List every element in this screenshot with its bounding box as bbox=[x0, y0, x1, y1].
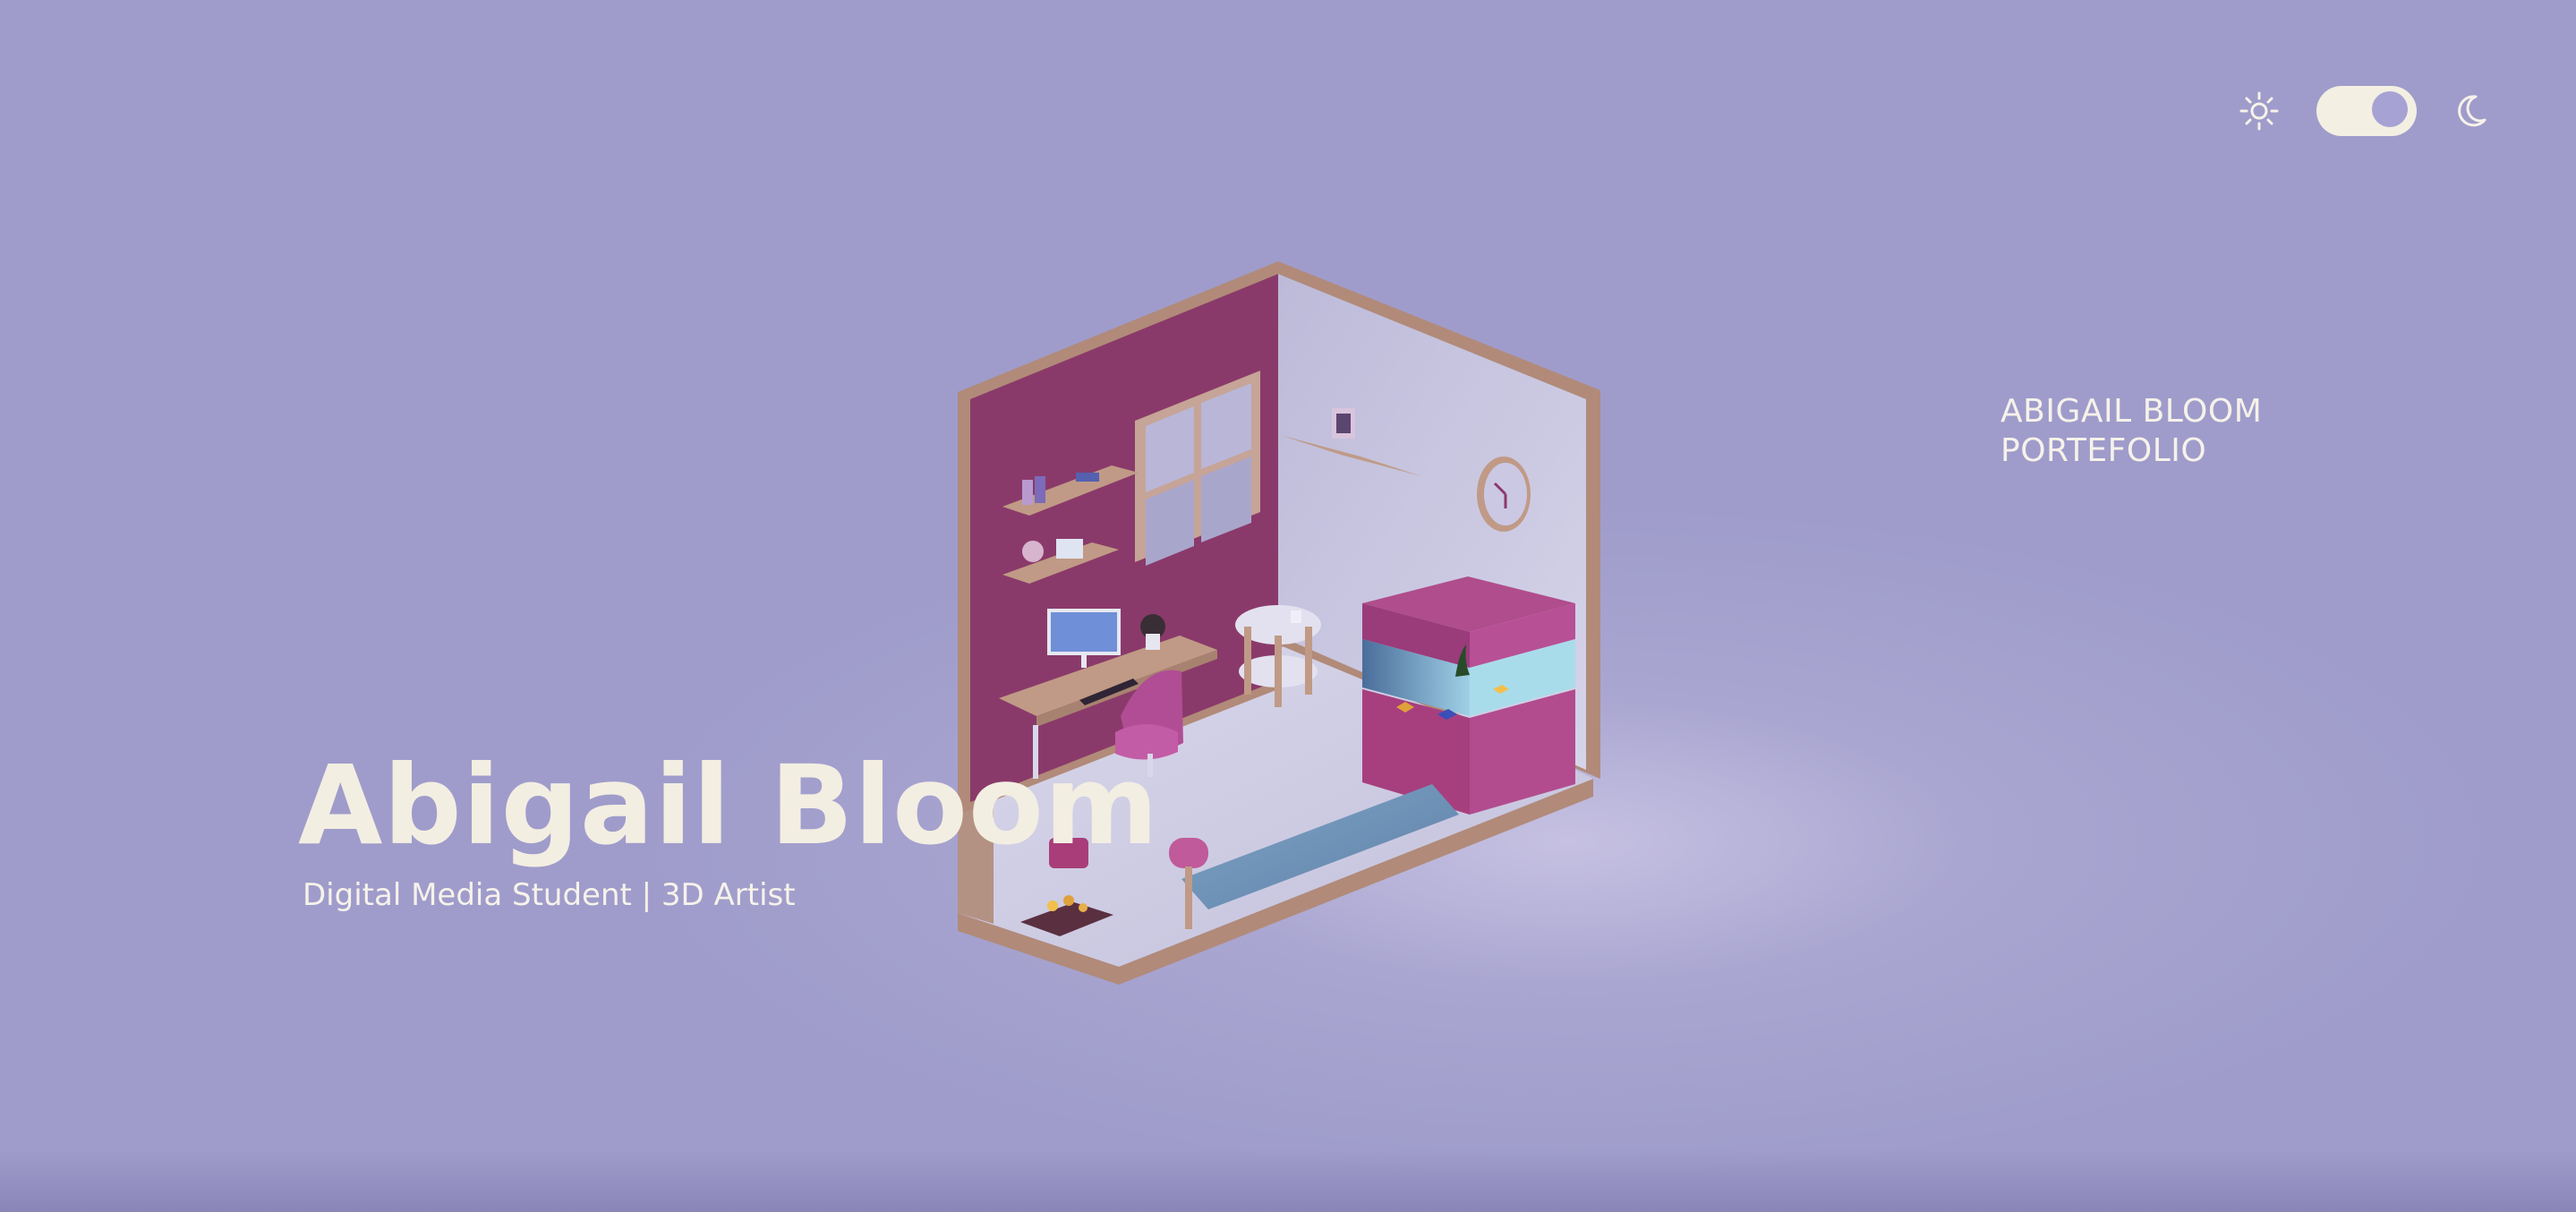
theme-toggle-switch[interactable] bbox=[2316, 86, 2417, 136]
bottom-shade bbox=[0, 1149, 2576, 1212]
page-canvas: ABIGAIL BLOOM PORTEFOLIO Abigail Bloom D… bbox=[0, 0, 2576, 1212]
portfolio-label-line2: PORTEFOLIO bbox=[2000, 432, 2207, 469]
theme-toggle-group bbox=[2238, 79, 2506, 143]
side-table bbox=[1235, 605, 1321, 707]
moon-icon[interactable] bbox=[2449, 90, 2492, 132]
hero-name: Abigail Bloom bbox=[298, 742, 1159, 869]
aquarium bbox=[1362, 576, 1575, 815]
sun-icon[interactable] bbox=[2238, 90, 2281, 132]
isometric-room-scene[interactable] bbox=[913, 242, 1629, 1011]
portfolio-label: ABIGAIL BLOOM PORTEFOLIO bbox=[2000, 392, 2262, 471]
portfolio-label-line1: ABIGAIL BLOOM bbox=[2000, 393, 2263, 430]
wall-clock bbox=[1477, 457, 1531, 532]
toggle-knob bbox=[2372, 91, 2408, 127]
hero-subtitle: Digital Media Student | 3D Artist bbox=[303, 877, 796, 913]
